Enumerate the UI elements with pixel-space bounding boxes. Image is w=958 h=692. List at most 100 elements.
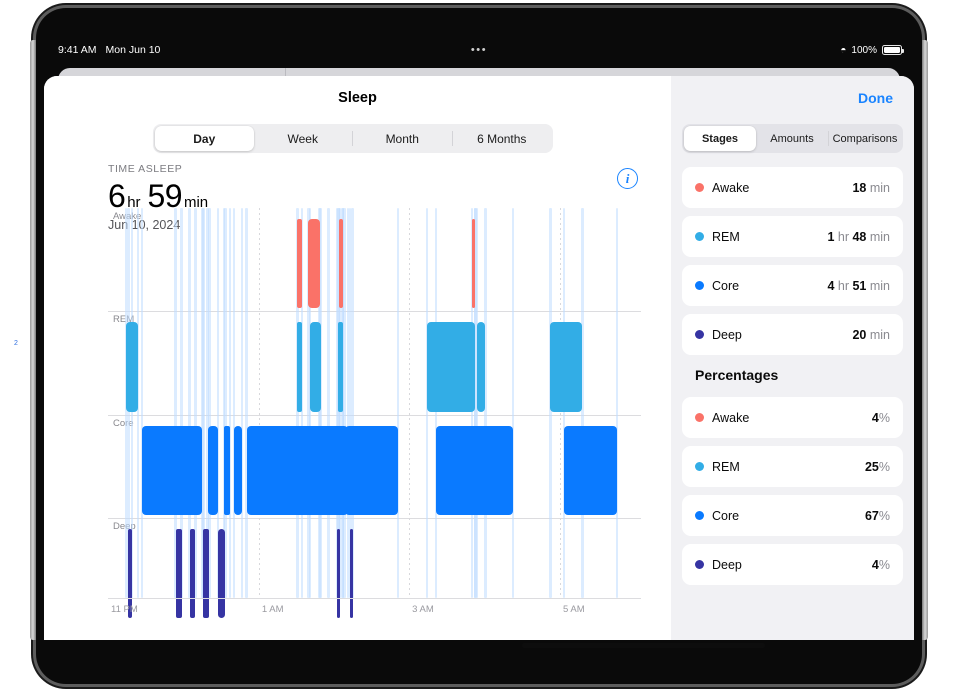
- chart-stage-connector: [343, 208, 346, 598]
- time-range-segmented-control[interactable]: Day Week Month 6 Months: [153, 124, 553, 153]
- chart-stage-bar[interactable]: [203, 529, 210, 619]
- percentage-card[interactable]: Core 67%: [682, 495, 903, 536]
- stage-name: Core: [712, 508, 740, 523]
- done-button[interactable]: Done: [858, 90, 893, 106]
- stage-duration: 20 min: [852, 327, 890, 342]
- chart-stage-bar[interactable]: [217, 529, 226, 619]
- stage-name: REM: [712, 229, 740, 244]
- chart-stage-connector: [396, 208, 400, 598]
- segment-label: Comparisons: [832, 132, 898, 145]
- status-bar-left: 9:41 AM Mon Jun 10: [58, 44, 160, 56]
- chart-x-tick-label: 1 AM: [261, 604, 284, 615]
- tab-detail-amounts[interactable]: Amounts: [756, 126, 828, 151]
- percentages-heading: Percentages: [695, 367, 779, 383]
- chart-stage-bar[interactable]: [426, 322, 475, 412]
- chart-stage-connector: [615, 208, 619, 598]
- tab-detail-comparisons[interactable]: Comparisons: [829, 126, 901, 151]
- stage-color-dot: [695, 560, 704, 569]
- stage-percentage: 67%: [864, 508, 890, 523]
- chart-stage-bar[interactable]: [349, 529, 353, 619]
- stage-card[interactable]: Deep 20 min: [682, 314, 903, 355]
- chart-stage-bar[interactable]: [142, 425, 203, 516]
- done-bar: Done: [671, 76, 914, 120]
- status-time: 9:41 AM: [58, 44, 97, 56]
- battery-icon: [882, 45, 904, 55]
- chart-stage-bar[interactable]: [337, 529, 341, 619]
- stage-duration: 1 hr 48 min: [827, 229, 890, 244]
- chart-stage-bar[interactable]: [435, 425, 514, 516]
- sleep-stages-chart: AwakeREMCoreDeep 11 PM 1 AM 3 AM 5 AM: [108, 208, 641, 626]
- home-indicator[interactable]: [522, 643, 765, 648]
- stage-card[interactable]: REM 1 hr 48 min: [682, 216, 903, 257]
- battery-percent-label: 100%: [851, 44, 877, 56]
- chart-stage-bar[interactable]: [338, 219, 344, 309]
- stage-name: REM: [712, 459, 740, 474]
- sheet-nav-bar: Sleep: [44, 76, 671, 120]
- chart-stage-bar[interactable]: [189, 529, 196, 619]
- chart-stage-bar[interactable]: [563, 425, 617, 516]
- percentage-card[interactable]: Awake 4%: [682, 397, 903, 438]
- segment-label: Week: [287, 131, 318, 146]
- device-edge-right: [922, 40, 928, 640]
- percentages-card-list: Awake 4% REM 25% Core 67% Deep 4%: [671, 397, 914, 585]
- stage-name: Deep: [712, 557, 742, 572]
- stage-card[interactable]: Awake 18 min: [682, 167, 903, 208]
- chart-gridline: [258, 208, 260, 598]
- detail-view-segmented-control[interactable]: Stages Amounts Comparisons: [682, 124, 903, 153]
- tab-range-month[interactable]: Month: [353, 126, 452, 151]
- stage-card[interactable]: Core 4 hr 51 min: [682, 265, 903, 306]
- stage-color-dot: [695, 330, 704, 339]
- chart-stage-bar[interactable]: [207, 425, 218, 516]
- status-date: Mon Jun 10: [105, 44, 161, 56]
- chart-stage-bar[interactable]: [233, 425, 242, 516]
- chart-stage-bar[interactable]: [344, 425, 398, 516]
- info-icon[interactable]: i: [617, 168, 638, 189]
- device-edge-left: [30, 40, 36, 640]
- page-title: Sleep: [338, 90, 377, 106]
- chart-stage-bar[interactable]: [175, 529, 182, 619]
- tab-detail-stages[interactable]: Stages: [684, 126, 756, 151]
- segment-label: 6 Months: [477, 131, 527, 146]
- chart-baseline: [108, 598, 641, 599]
- percentage-card[interactable]: REM 25%: [682, 446, 903, 487]
- summary-label: TIME ASLEEP: [108, 163, 183, 175]
- chart-stage-bar[interactable]: [224, 425, 231, 516]
- chart-x-tick-label: 11 PM: [111, 604, 138, 615]
- tab-range-6-months[interactable]: 6 Months: [453, 126, 552, 151]
- stage-name: Awake: [712, 180, 750, 195]
- chart-stage-connector: [245, 208, 248, 598]
- stage-color-dot: [695, 281, 704, 290]
- stage-duration: 4 hr 51 min: [827, 278, 890, 293]
- chart-stage-connector: [140, 208, 144, 598]
- tab-range-week[interactable]: Week: [254, 126, 353, 151]
- status-bar-right: ◓ 100%: [840, 44, 904, 56]
- stage-duration: 18 min: [852, 180, 890, 195]
- chart-stage-bar[interactable]: [328, 425, 339, 516]
- chart-stage-bar[interactable]: [310, 322, 321, 412]
- chart-stage-bar[interactable]: [126, 322, 138, 412]
- chart-stage-bar[interactable]: [297, 322, 302, 412]
- chart-pane: Sleep Day Week Month 6 Months TIME ASLEEP 6…: [44, 76, 671, 640]
- stage-name: Deep: [712, 327, 742, 342]
- stage-color-dot: [695, 183, 704, 192]
- stage-color-dot: [695, 232, 704, 241]
- stage-percentage: 4%: [871, 410, 890, 425]
- wifi-icon: ◓: [840, 44, 847, 56]
- chart-gridline: [409, 208, 411, 598]
- percentage-card[interactable]: Deep 4%: [682, 544, 903, 585]
- chart-plot-area: AwakeREMCoreDeep: [108, 208, 641, 619]
- tab-range-day[interactable]: Day: [155, 126, 254, 151]
- segment-label: Stages: [701, 132, 739, 145]
- chart-stage-connector: [228, 208, 232, 598]
- chart-stage-bar[interactable]: [308, 219, 320, 309]
- chart-stage-bar[interactable]: [338, 322, 343, 412]
- chart-stage-bar[interactable]: [472, 219, 476, 309]
- chart-stage-bar[interactable]: [550, 322, 583, 412]
- chart-x-tick-label: 5 AM: [562, 604, 585, 615]
- segment-label: Month: [385, 131, 419, 146]
- chart-stage-bar[interactable]: [476, 322, 486, 412]
- stage-color-dot: [695, 462, 704, 471]
- ios-status-bar: 9:41 AM Mon Jun 10 ••• ◓ 100%: [36, 38, 922, 62]
- chart-stage-bar[interactable]: [297, 219, 302, 309]
- multitasking-dots[interactable]: •••: [471, 44, 487, 56]
